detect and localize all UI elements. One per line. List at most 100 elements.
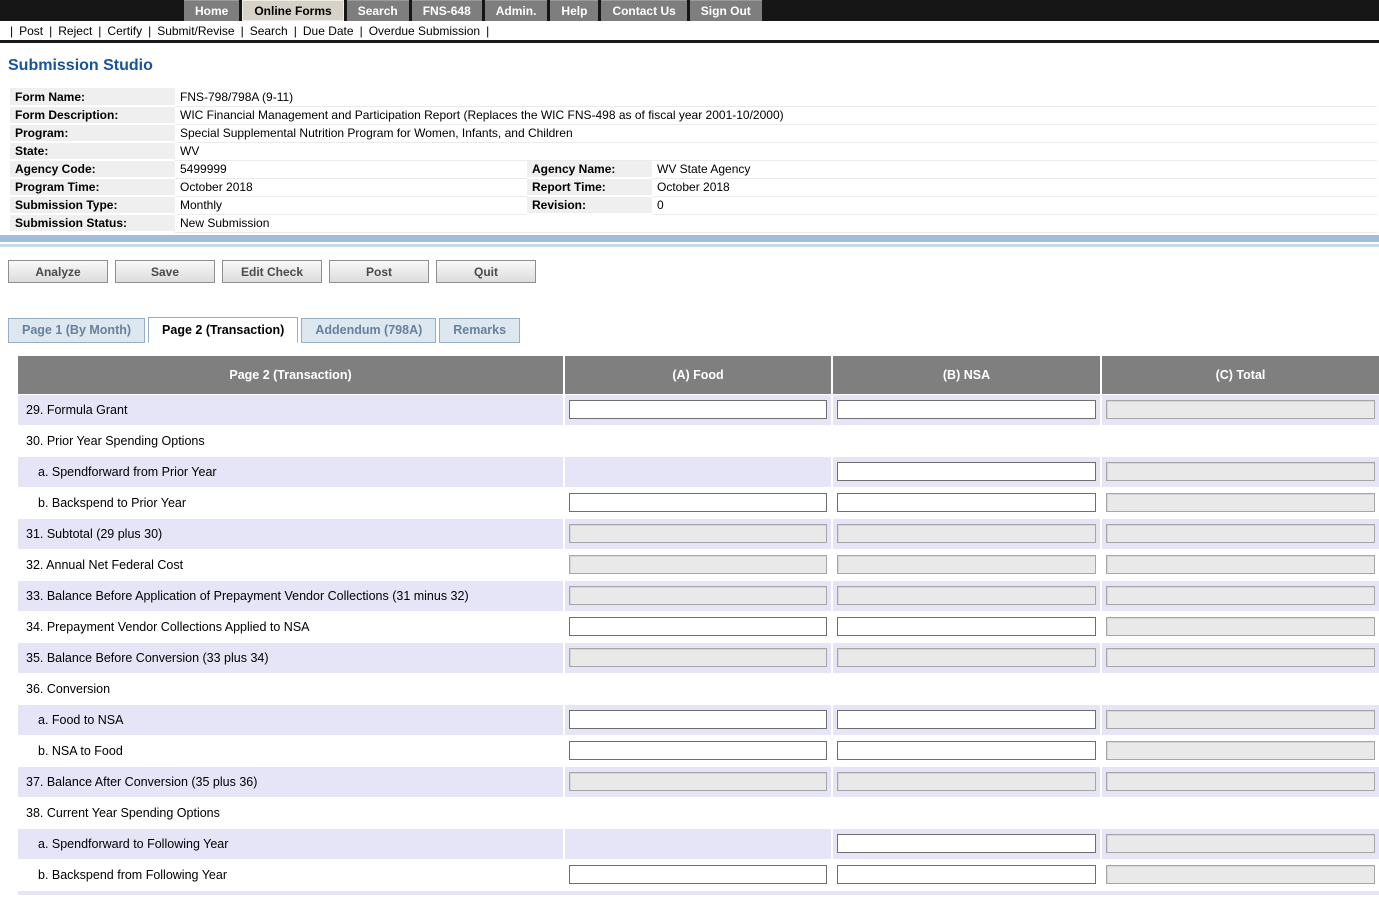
form-info-row: Program: Special Supplemental Nutrition … [10,124,1377,142]
subnav-item-submit-revise[interactable]: Submit/Revise [157,24,234,38]
nsa-input[interactable] [837,617,1096,636]
nav-item-online-forms[interactable]: Online Forms [242,0,343,21]
tab-page2-transaction[interactable]: Page 2 (Transaction) [148,317,298,343]
subnav-item-certify[interactable]: Certify [107,24,142,38]
food-cell [564,642,832,673]
total-cell [1101,766,1379,797]
analyze-button[interactable]: Analyze [8,260,108,283]
nsa-input[interactable] [837,834,1096,853]
row-label: 29. Formula Grant [18,394,564,425]
tab-remarks[interactable]: Remarks [439,318,520,343]
nav-item-search[interactable]: Search [347,0,409,21]
food-input [569,772,827,791]
toolbar: Analyze Save Edit Check Post Quit [8,260,1379,283]
nsa-cell [832,766,1101,797]
subnav-item-search[interactable]: Search [250,24,288,38]
total-cell [1101,456,1379,487]
separator: | [98,24,101,38]
nav-item-sign-out[interactable]: Sign Out [690,0,762,21]
nsa-input[interactable] [837,493,1096,512]
nav-item-admin[interactable]: Admin. [485,0,548,21]
food-input [569,555,827,574]
sub-nav: |Post|Reject|Certify|Submit/Revise|Searc… [0,21,1379,43]
row-label: 31. Subtotal (29 plus 30) [18,518,564,549]
food-cell [564,549,832,580]
food-input[interactable] [569,493,827,512]
nsa-cell [832,704,1101,735]
separator: | [486,24,489,38]
form-name-value: FNS-798/798A (9-11) [175,88,1377,106]
nsa-cell [832,859,1101,890]
tab-addendum-798a[interactable]: Addendum (798A) [301,318,436,343]
total-input [1106,834,1375,853]
total-input [1106,741,1375,760]
page-title: Submission Studio [8,57,1379,75]
nsa-input [837,524,1096,543]
tab-bar: Page 1 (By Month) Page 2 (Transaction) A… [8,318,1379,343]
grid-row: 36. Conversion [18,673,1379,704]
nsa-input[interactable] [837,741,1096,760]
total-cell [1101,704,1379,735]
row-label: 38. Current Year Spending Options [18,797,564,828]
blue-divider-bar-thin [0,244,1379,247]
subnav-item-due-date[interactable]: Due Date [303,24,354,38]
food-input[interactable] [569,865,827,884]
submission-type-value: Monthly [175,196,527,214]
separator: | [49,24,52,38]
separator: | [294,24,297,38]
subnav-item-reject[interactable]: Reject [58,24,92,38]
food-cell [564,704,832,735]
program-time-label: Program Time: [10,178,175,196]
nsa-cell [832,425,1101,456]
total-input [1106,462,1375,481]
quit-button[interactable]: Quit [436,260,536,283]
subnav-item-overdue-submission[interactable]: Overdue Submission [369,24,480,38]
food-input[interactable] [569,710,827,729]
grid-row: 30. Prior Year Spending Options [18,425,1379,456]
submission-status-value: New Submission [175,214,1377,232]
food-input[interactable] [569,741,827,760]
total-input [1106,524,1375,543]
food-cell [564,828,832,859]
nsa-input[interactable] [837,462,1096,481]
post-button[interactable]: Post [329,260,429,283]
nsa-cell [832,611,1101,642]
food-input[interactable] [569,400,827,419]
nav-item-contact-us[interactable]: Contact Us [601,0,686,21]
edit-check-button[interactable]: Edit Check [222,260,322,283]
grid-row: a. Spendforward from Prior Year [18,456,1379,487]
total-cell [1101,611,1379,642]
grid-row: b. NSA to Food [18,735,1379,766]
row-label: 33. Balance Before Application of Prepay… [18,580,564,611]
total-input [1106,865,1375,884]
submission-type-label: Submission Type: [10,196,175,214]
total-input [1106,400,1375,419]
tab-page1-by-month[interactable]: Page 1 (By Month) [8,318,145,343]
nsa-input[interactable] [837,400,1096,419]
clipped-next-row [18,891,1379,895]
nsa-input[interactable] [837,710,1096,729]
nav-item-help[interactable]: Help [550,0,598,21]
subnav-item-post[interactable]: Post [19,24,43,38]
nsa-input [837,555,1096,574]
nsa-input[interactable] [837,865,1096,884]
total-cell [1101,735,1379,766]
nsa-cell [832,580,1101,611]
food-cell [564,518,832,549]
nsa-cell [832,673,1101,704]
agency-name-value: WV State Agency [652,160,1377,178]
grid-row: 37. Balance After Conversion (35 plus 36… [18,766,1379,797]
food-input[interactable] [569,617,827,636]
nsa-cell [832,549,1101,580]
nav-item-fns-648[interactable]: FNS-648 [412,0,482,21]
total-input [1106,555,1375,574]
grid-row: 35. Balance Before Conversion (33 plus 3… [18,642,1379,673]
save-button[interactable]: Save [115,260,215,283]
report-time-label: Report Time: [527,178,652,196]
nav-item-home[interactable]: Home [184,0,239,21]
total-cell [1101,580,1379,611]
food-cell [564,766,832,797]
food-input [569,648,827,667]
total-cell [1101,425,1379,456]
food-cell [564,735,832,766]
